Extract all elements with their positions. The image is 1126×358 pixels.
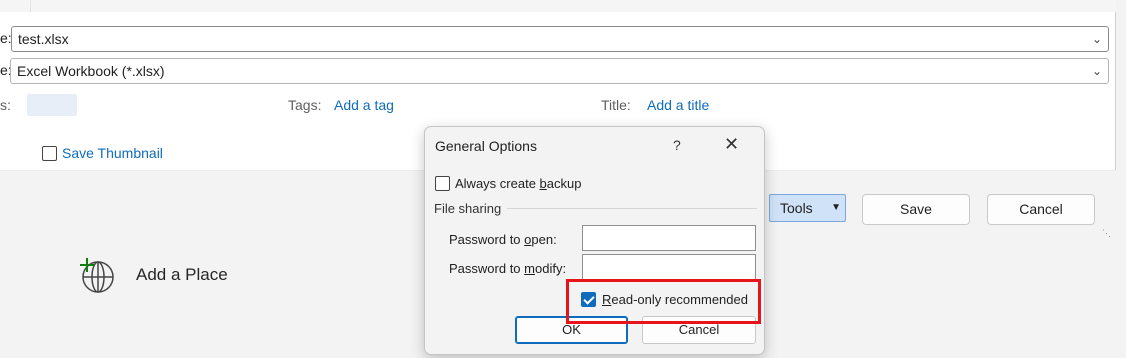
save-button[interactable]: Save: [862, 194, 970, 225]
add-title-link[interactable]: Add a title: [647, 97, 709, 113]
save-type-select[interactable]: Excel Workbook (*.xlsx) ⌄: [10, 58, 1109, 84]
filename-value: test.xlsx: [18, 31, 69, 47]
checkbox-unchecked-icon[interactable]: [42, 145, 57, 161]
password-modify-input[interactable]: [582, 254, 756, 280]
tags-label: Tags:: [288, 97, 322, 113]
help-icon[interactable]: ?: [673, 137, 681, 153]
chevron-down-icon[interactable]: ⌄: [1092, 59, 1102, 83]
save-type-value: Excel Workbook (*.xlsx): [17, 63, 165, 79]
group-divider: [507, 208, 757, 209]
save-thumbnail-label[interactable]: Save Thumbnail: [62, 145, 163, 161]
always-create-backup-label[interactable]: Always create backup: [455, 176, 581, 191]
checkbox-unchecked-icon[interactable]: [435, 176, 450, 191]
add-tag-link[interactable]: Add a tag: [334, 97, 394, 113]
password-open-label: Password to open:: [449, 232, 557, 247]
authors-value-redacted[interactable]: [27, 94, 77, 116]
tools-dropdown-button[interactable]: Tools ▼: [769, 194, 846, 222]
file-sharing-group-label: File sharing: [434, 201, 502, 216]
globe-plus-icon: [76, 255, 116, 295]
dialog-title: General Options: [435, 138, 537, 154]
save-thumbnail-checkbox[interactable]: Save Thumbnail: [42, 145, 163, 161]
chevron-down-icon[interactable]: ⌄: [1092, 27, 1102, 51]
always-create-backup-checkbox[interactable]: Always create backup: [435, 176, 581, 191]
divider: [30, 0, 31, 12]
add-a-place-label: Add a Place: [136, 265, 228, 284]
top-strip: [0, 0, 1116, 12]
authors-label: s:: [0, 97, 11, 113]
password-open-input[interactable]: [582, 225, 756, 251]
add-a-place-item[interactable]: Add a Place: [76, 255, 228, 295]
caret-down-icon: ▼: [831, 202, 841, 213]
title-label: Title:: [601, 97, 631, 113]
cancel-button[interactable]: Cancel: [987, 194, 1095, 225]
filename-input[interactable]: test.xlsx ⌄: [11, 26, 1109, 52]
resize-grip-icon[interactable]: ⋱: [1102, 228, 1112, 238]
tools-label: Tools: [780, 200, 813, 216]
annotation-highlight-box: [566, 279, 761, 324]
password-modify-label: Password to modify:: [449, 261, 567, 276]
filename-label: e:: [0, 30, 12, 46]
close-icon[interactable]: ✕: [724, 134, 739, 155]
